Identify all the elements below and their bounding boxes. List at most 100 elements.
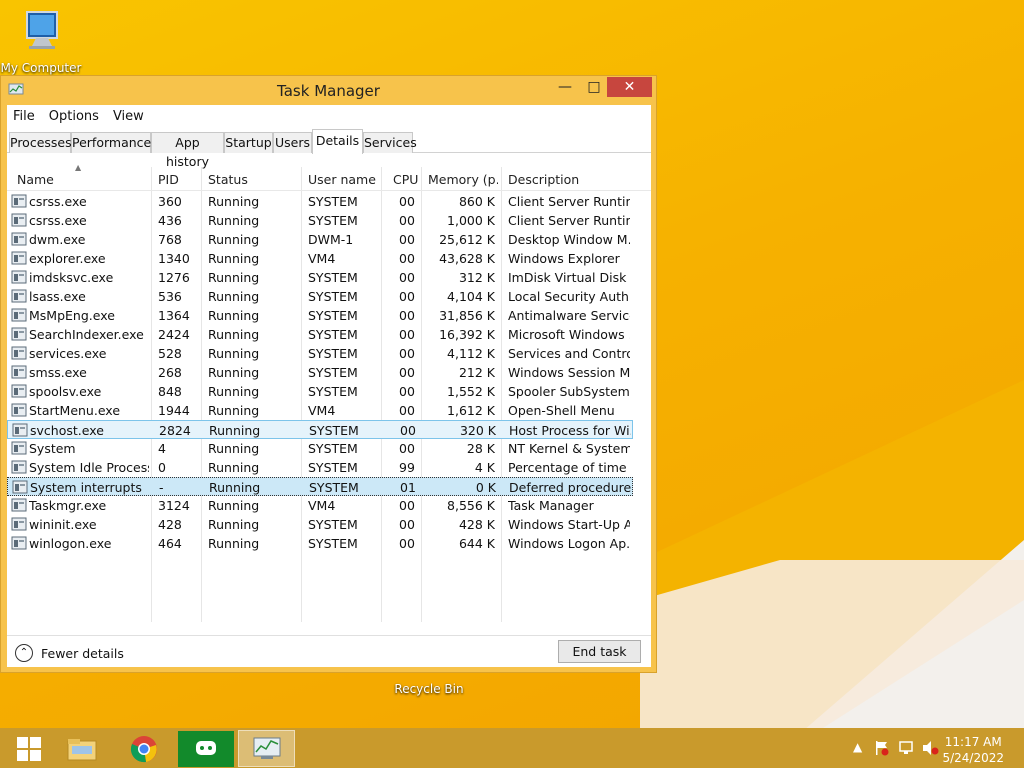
- process-status: Running: [208, 403, 260, 418]
- process-name: explorer.exe: [29, 251, 106, 266]
- table-row[interactable]: csrss.exe 360 Running SYSTEM 00 860 K Client S…: [7, 192, 633, 211]
- process-status: Running: [208, 251, 260, 266]
- table-row[interactable]: MsMpEng.exe 1364 Running SYSTEM 00 31,856 K An…: [7, 306, 633, 325]
- process-name: StartMenu.exe: [29, 403, 121, 418]
- process-name: smss.exe: [29, 365, 87, 380]
- minimize-button[interactable]: —: [550, 77, 580, 97]
- table-header: ▲ Name PID Status User name CPU Memory (…: [7, 163, 651, 191]
- process-cpu: 00: [399, 194, 415, 209]
- process-user: SYSTEM: [308, 365, 358, 380]
- process-description: Spooler SubSystem ...: [508, 384, 630, 399]
- column-header-name[interactable]: Name: [17, 172, 54, 187]
- process-cpu: 00: [399, 441, 415, 456]
- table-row[interactable]: dwm.exe 768 Running DWM-1 00 25,612 K Desktop …: [7, 230, 633, 249]
- tab-performance[interactable]: Performance: [71, 132, 151, 153]
- process-icon: [11, 346, 27, 360]
- tab-app-history[interactable]: App history: [151, 132, 224, 169]
- table-row[interactable]: services.exe 528 Running SYSTEM 00 4,112 K Ser…: [7, 344, 633, 363]
- column-header-user-name[interactable]: User name: [308, 172, 376, 187]
- process-cpu: 00: [399, 536, 415, 551]
- table-row[interactable]: Taskmgr.exe 3124 Running VM4 00 8,556 K Task M…: [7, 496, 633, 515]
- table-row[interactable]: System 4 Running SYSTEM 00 28 K NT Kernel & Sy…: [7, 439, 633, 458]
- table-row[interactable]: wininit.exe 428 Running SYSTEM 00 428 K Window…: [7, 515, 633, 534]
- process-icon: [11, 365, 27, 379]
- process-pid: 464: [158, 536, 182, 551]
- taskbar-task-manager[interactable]: [238, 730, 295, 767]
- process-name: imdsksvc.exe: [29, 270, 114, 285]
- process-pid: 1364: [158, 308, 190, 323]
- network-icon[interactable]: [898, 740, 914, 759]
- system-clock[interactable]: 11:17 AM 5/24/2022: [942, 734, 1004, 766]
- table-row[interactable]: smss.exe 268 Running SYSTEM 00 212 K Windows S…: [7, 363, 633, 382]
- end-task-button[interactable]: End task: [558, 640, 641, 663]
- process-icon: [11, 498, 27, 512]
- process-cpu: 00: [399, 232, 415, 247]
- taskbar-games[interactable]: [177, 730, 234, 767]
- process-pid: 1340: [158, 251, 190, 266]
- footer: ⌃ Fewer details End task: [7, 635, 651, 667]
- process-cpu: 99: [399, 460, 415, 475]
- maximize-icon: □: [587, 79, 601, 95]
- process-user: SYSTEM: [308, 346, 358, 361]
- process-user: SYSTEM: [308, 441, 358, 456]
- process-memory: 644 K: [458, 536, 495, 551]
- flag-alert-icon: [876, 741, 889, 756]
- process-status: Running: [208, 308, 260, 323]
- process-user: SYSTEM: [309, 480, 359, 495]
- taskbar-file-explorer[interactable]: [53, 730, 110, 767]
- taskbar-chrome[interactable]: [115, 730, 172, 767]
- start-button[interactable]: [0, 730, 57, 767]
- table-row[interactable]: imdsksvc.exe 1276 Running SYSTEM 00 312 K ImDi…: [7, 268, 633, 287]
- process-description: Desktop Window M...: [508, 232, 630, 247]
- process-description: Client Server Runtim...: [508, 194, 630, 209]
- column-header-description[interactable]: Description: [508, 172, 579, 187]
- table-row[interactable]: System interrupts - Running SYSTEM 01 0 K Defe…: [7, 477, 633, 496]
- table-row[interactable]: System Idle Process 0 Running SYSTEM 99 4 K Pe…: [7, 458, 633, 477]
- process-pid: 428: [158, 517, 182, 532]
- process-description: Deferred procedure ...: [509, 480, 631, 495]
- window-client-area: File Options View Processes Performance …: [7, 105, 651, 667]
- table-row[interactable]: svchost.exe 2824 Running SYSTEM 00 320 K Host …: [7, 420, 633, 439]
- desktop-icon-my-computer[interactable]: My Computer: [0, 8, 82, 75]
- tab-startup[interactable]: Startup: [224, 132, 273, 153]
- table-row[interactable]: StartMenu.exe 1944 Running VM4 00 1,612 K Open…: [7, 401, 633, 420]
- maximize-button[interactable]: □: [579, 77, 609, 97]
- process-description: Percentage of time t...: [508, 460, 630, 475]
- action-center-icon[interactable]: [874, 740, 890, 759]
- column-header-memory[interactable]: Memory (p...: [428, 172, 498, 187]
- show-hidden-icons-button[interactable]: ▲: [853, 740, 862, 754]
- tab-users[interactable]: Users: [273, 132, 312, 153]
- table-row[interactable]: winlogon.exe 464 Running SYSTEM 00 644 K Windo…: [7, 534, 633, 553]
- title-bar[interactable]: Task Manager — □ ✕: [1, 76, 656, 104]
- process-cpu: 00: [399, 251, 415, 266]
- close-button[interactable]: ✕: [607, 77, 652, 97]
- column-header-cpu[interactable]: CPU: [393, 172, 418, 187]
- process-cpu: 00: [399, 517, 415, 532]
- process-user: SYSTEM: [308, 213, 358, 228]
- tab-details[interactable]: Details: [312, 129, 363, 154]
- process-pid: 4: [158, 441, 166, 456]
- menu-view[interactable]: View: [113, 109, 144, 124]
- process-icon: [11, 270, 27, 284]
- table-row[interactable]: csrss.exe 436 Running SYSTEM 00 1,000 K Client…: [7, 211, 633, 230]
- process-cpu: 00: [400, 423, 416, 438]
- task-manager-window: Task Manager — □ ✕ File Options View Pro…: [0, 75, 657, 673]
- table-row[interactable]: SearchIndexer.exe 2424 Running SYSTEM 00 16,3…: [7, 325, 633, 344]
- fewer-details-button[interactable]: ⌃ Fewer details: [15, 644, 124, 662]
- menu-file[interactable]: File: [13, 109, 35, 124]
- process-cpu: 00: [399, 327, 415, 342]
- process-pid: 3124: [158, 498, 190, 513]
- process-icon: [11, 289, 27, 303]
- table-row[interactable]: spoolsv.exe 848 Running SYSTEM 00 1,552 K Spoo…: [7, 382, 633, 401]
- column-header-status[interactable]: Status: [208, 172, 248, 187]
- table-row[interactable]: lsass.exe 536 Running SYSTEM 00 4,104 K Local …: [7, 287, 633, 306]
- menu-options[interactable]: Options: [49, 109, 99, 124]
- tab-processes[interactable]: Processes: [9, 132, 72, 153]
- process-cpu: 01: [400, 480, 416, 495]
- process-description: ImDisk Virtual Disk ...: [508, 270, 630, 285]
- tab-services[interactable]: Services: [363, 132, 417, 153]
- column-header-pid[interactable]: PID: [158, 172, 179, 187]
- process-cpu: 00: [399, 213, 415, 228]
- volume-icon[interactable]: [922, 740, 940, 759]
- table-row[interactable]: explorer.exe 1340 Running VM4 00 43,628 K Wind…: [7, 249, 633, 268]
